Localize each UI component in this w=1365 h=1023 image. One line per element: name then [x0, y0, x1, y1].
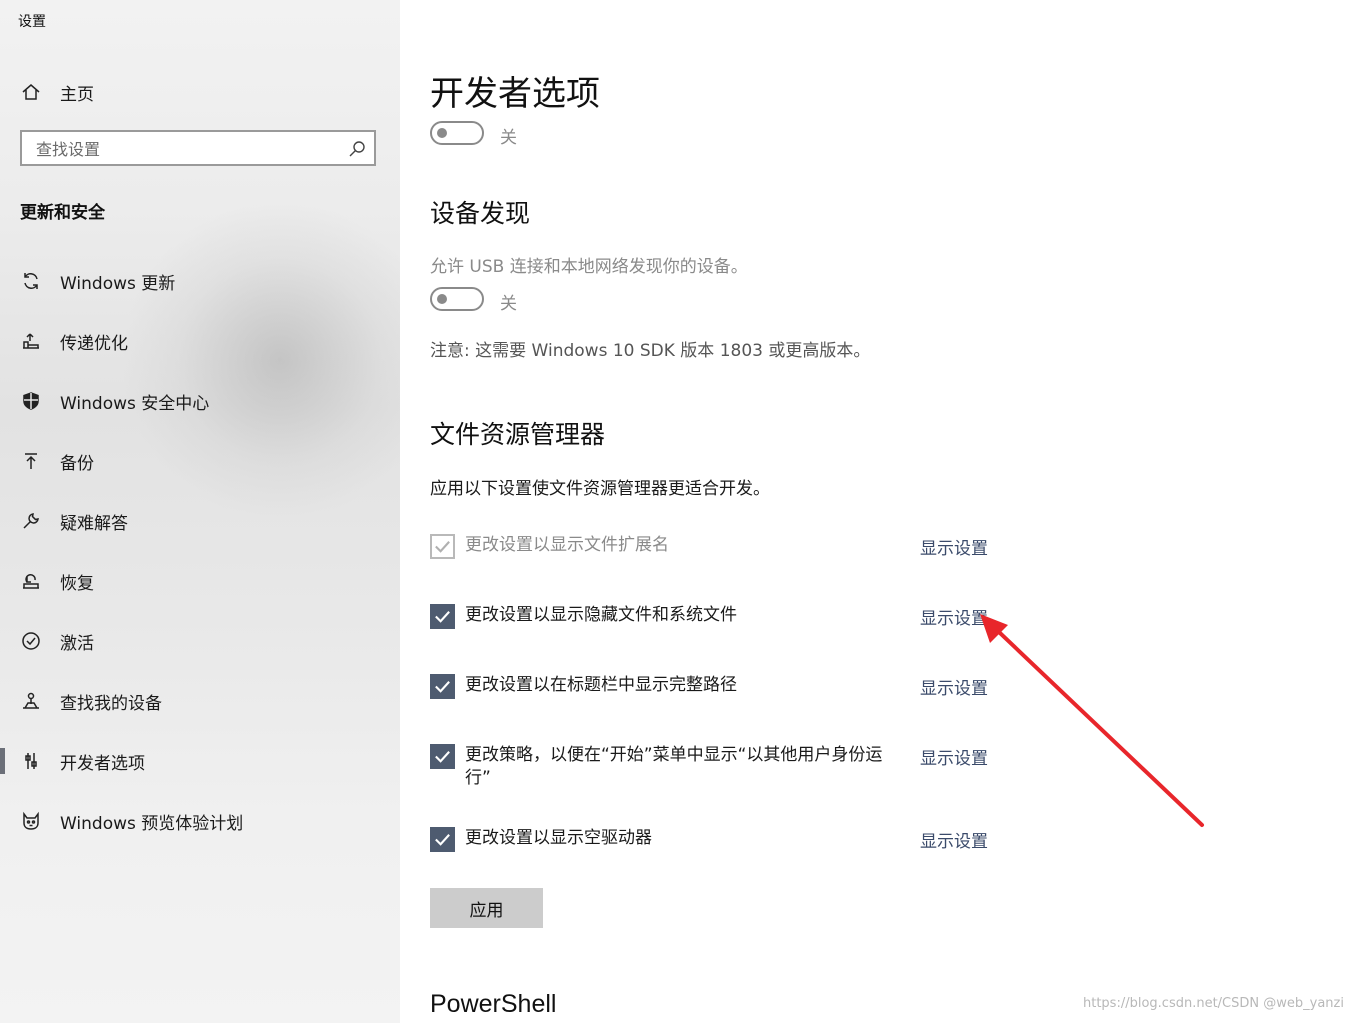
- sidebar-item-recovery[interactable]: 恢复: [0, 558, 400, 604]
- check-circle-icon: [20, 630, 42, 652]
- device-discovery-note: 注意: 这需要 Windows 10 SDK 版本 1803 或更高版本。: [430, 341, 871, 361]
- section-title: 更新和安全: [20, 203, 105, 223]
- sidebar-item-windows-update[interactable]: Windows 更新: [0, 258, 400, 304]
- file-explorer-title: 文件资源管理器: [430, 420, 606, 449]
- option-label: 更改设置以显示空驱动器: [465, 828, 652, 848]
- main-content: 开发者选项 关 设备发现 允许 USB 连接和本地网络发现你的设备。 关 注意:…: [400, 0, 1365, 1023]
- recovery-icon: [20, 570, 42, 592]
- show-settings-link-3[interactable]: 显示设置: [920, 674, 988, 699]
- page-title: 开发者选项: [430, 74, 600, 114]
- watermark: https://blog.csdn.net/CSDN @web_yanzi: [1083, 996, 1344, 1011]
- backup-arrow-icon: [20, 450, 42, 472]
- show-settings-link-2[interactable]: 显示设置: [920, 604, 988, 629]
- checkbox-run-as-different-user[interactable]: [430, 744, 455, 769]
- sliders-icon: [20, 750, 42, 772]
- option-label: 更改设置以显示文件扩展名: [465, 535, 669, 555]
- sidebar-item-label: 恢复: [60, 573, 94, 594]
- show-settings-link-4[interactable]: 显示设置: [920, 744, 988, 769]
- apply-button[interactable]: 应用: [430, 888, 543, 928]
- sidebar-item-label: Windows 预览体验计划: [60, 813, 244, 834]
- device-discovery-toggle[interactable]: [430, 287, 484, 311]
- sidebar-item-backup[interactable]: 备份: [0, 438, 400, 484]
- checkbox-show-empty-drives[interactable]: [430, 827, 455, 852]
- toggle-knob: [437, 294, 447, 304]
- option-label: 更改设置以在标题栏中显示完整路径: [465, 675, 737, 695]
- sidebar-item-label: 开发者选项: [60, 753, 145, 774]
- refresh-icon: [20, 270, 42, 292]
- sidebar-item-developer-options[interactable]: 开发者选项: [0, 738, 400, 784]
- device-discovery-toggle-state: 关: [500, 294, 517, 314]
- search-input[interactable]: [34, 132, 338, 166]
- window-title: 设置: [18, 14, 46, 30]
- search-icon[interactable]: [348, 140, 366, 158]
- option-label: 更改设置以显示隐藏文件和系统文件: [465, 605, 737, 625]
- powershell-title: PowerShell: [430, 990, 557, 1018]
- sidebar-item-label: 备份: [60, 453, 94, 474]
- developer-mode-toggle-state: 关: [500, 128, 517, 148]
- home-icon: [20, 81, 42, 103]
- search-box[interactable]: [20, 130, 376, 166]
- cat-icon: [20, 810, 42, 832]
- nav-home[interactable]: 主页: [0, 72, 400, 112]
- delivery-icon: [20, 330, 42, 352]
- show-settings-link-5[interactable]: 显示设置: [920, 827, 988, 852]
- shield-icon: [20, 390, 42, 412]
- toggle-knob: [437, 128, 447, 138]
- option-label: 更改策略，以便在“开始”菜单中显示“以其他用户身份运行”: [465, 745, 883, 788]
- sidebar: 设置 主页 更新和安全 Windows 更新 传递优化 Windows 安全中心: [0, 0, 400, 1023]
- show-settings-link-1[interactable]: 显示设置: [920, 534, 988, 559]
- checkbox-full-path-title-bar[interactable]: [430, 674, 455, 699]
- sidebar-item-windows-insider[interactable]: Windows 预览体验计划: [0, 798, 400, 844]
- device-discovery-title: 设备发现: [430, 199, 531, 228]
- sidebar-item-label: 疑难解答: [60, 513, 128, 534]
- checkbox-show-file-extensions: [430, 534, 455, 559]
- person-locate-icon: [20, 690, 42, 712]
- wrench-icon: [20, 510, 42, 532]
- sidebar-item-find-my-device[interactable]: 查找我的设备: [0, 678, 400, 724]
- device-discovery-description: 允许 USB 连接和本地网络发现你的设备。: [430, 257, 748, 277]
- sidebar-item-label: 传递优化: [60, 333, 128, 354]
- sidebar-item-label: 激活: [60, 633, 94, 654]
- file-explorer-description: 应用以下设置使文件资源管理器更适合开发。: [430, 479, 770, 499]
- sidebar-item-windows-security[interactable]: Windows 安全中心: [0, 378, 400, 424]
- sidebar-item-label: 查找我的设备: [60, 693, 162, 714]
- sidebar-item-label: Windows 更新: [60, 273, 176, 294]
- sidebar-item-troubleshoot[interactable]: 疑难解答: [0, 498, 400, 544]
- developer-mode-toggle[interactable]: [430, 121, 484, 145]
- checkbox-show-hidden-files[interactable]: [430, 604, 455, 629]
- nav-home-label: 主页: [60, 84, 94, 105]
- sidebar-item-label: Windows 安全中心: [60, 393, 210, 414]
- sidebar-item-delivery-optimization[interactable]: 传递优化: [0, 318, 400, 364]
- sidebar-item-activation[interactable]: 激活: [0, 618, 400, 664]
